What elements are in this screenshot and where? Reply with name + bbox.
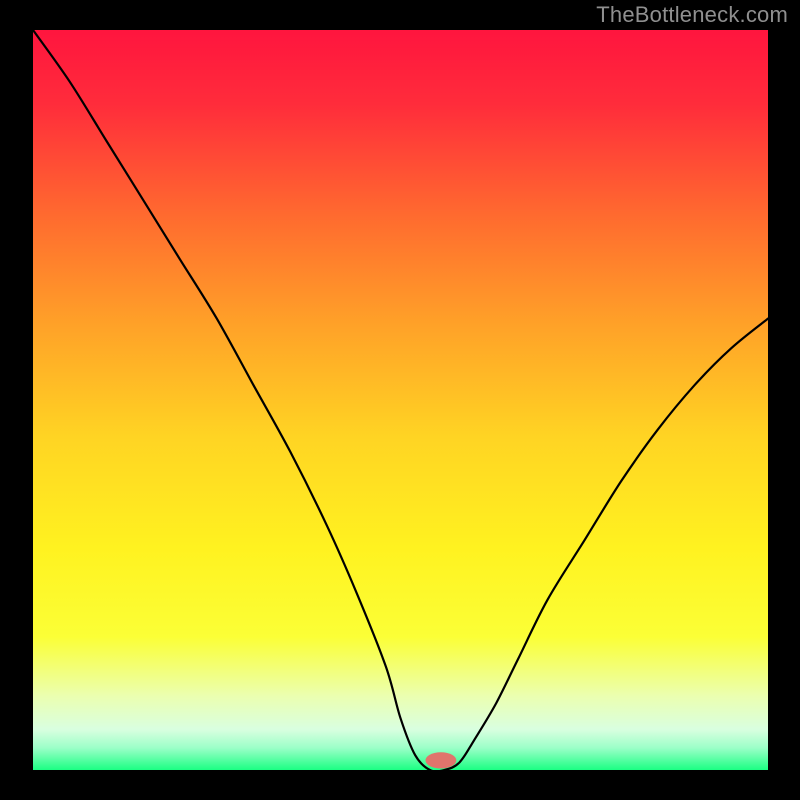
plot-area (33, 30, 768, 770)
optimal-marker (426, 752, 457, 768)
chart-frame: TheBottleneck.com (0, 0, 800, 800)
chart-svg (33, 30, 768, 770)
watermark-text: TheBottleneck.com (596, 2, 788, 28)
bottleneck-curve (33, 30, 768, 770)
